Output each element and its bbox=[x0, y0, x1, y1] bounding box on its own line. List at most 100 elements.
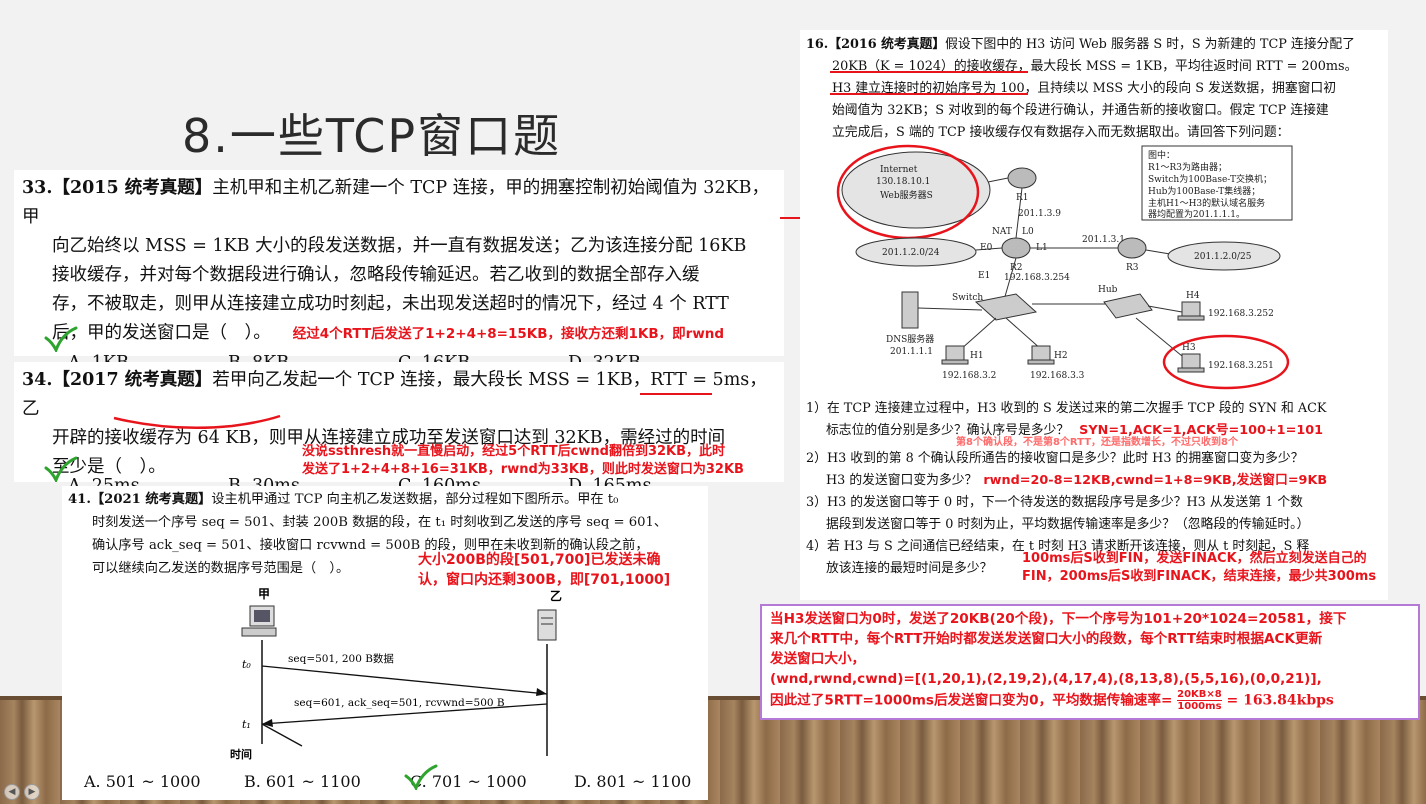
rate-result: = 163.84kbps bbox=[1226, 692, 1334, 709]
switch-icon bbox=[974, 293, 1038, 321]
internet-ip: 130.18.10.1 bbox=[876, 177, 930, 187]
question-line: 假设下图中的 H3 访问 Web 服务器 S 时，S 为新建的 TCP 连接分配… bbox=[945, 37, 1355, 52]
question-number: 34. bbox=[22, 370, 53, 390]
time-label: 时间 bbox=[230, 747, 252, 761]
e1-ip: 192.168.3.254 bbox=[1004, 273, 1070, 283]
red-underline bbox=[830, 71, 1028, 73]
red-underline bbox=[640, 393, 712, 395]
computer-icon bbox=[1027, 345, 1055, 365]
subquestion-4: 放该连接的最短时间是多少？ bbox=[826, 561, 993, 576]
router-icon bbox=[1001, 237, 1031, 259]
question-number: 16. bbox=[806, 37, 829, 52]
subquestion-3: 3）H3 的发送窗口等于 0 时，下一个待发送的数据段序号是多少？H3 从发送第… bbox=[806, 495, 1303, 510]
h4-ip: 192.168.3.252 bbox=[1208, 309, 1274, 319]
checkmark-icon bbox=[44, 456, 78, 482]
legend-line: Switch为100Base-T交换机； bbox=[1148, 173, 1272, 185]
question-line: 后，甲的发送窗口是（ ）。 bbox=[52, 323, 271, 343]
question-tag: 【2017 统考真题】 bbox=[52, 370, 213, 390]
h2-ip: 192.168.3.3 bbox=[1030, 371, 1085, 381]
question-line: 立完成后，S 端的 TCP 接收缓存仅有数据存入而无数据取出。请回答下列问题： bbox=[832, 125, 1290, 140]
h1-ip: 192.168.3.2 bbox=[942, 371, 996, 381]
server-icon bbox=[537, 609, 557, 641]
question-line: 设主机甲通过 TCP 向主机乙发送数据，部分过程如下图所示。甲在 t₀ bbox=[211, 492, 619, 507]
internet-label: Internet bbox=[880, 165, 918, 175]
question-line: 存，不被取走，则甲从连接建立成功时刻起，未出现发送超时的情况下，经过 4 个 R… bbox=[52, 294, 729, 314]
checkmark-icon bbox=[404, 764, 438, 790]
legend-line: 主机H1～H3的默认域名服务 bbox=[1148, 197, 1265, 209]
question-41-panel: 41.【2021 统考真题】设主机甲通过 TCP 向主机乙发送数据，部分过程如下… bbox=[62, 486, 708, 800]
slide-title: 8.一些TCP窗口题 bbox=[182, 109, 562, 163]
l0-label: L0 bbox=[1022, 227, 1034, 237]
dns-server-icon bbox=[901, 291, 919, 329]
r3-ip: 201.1.3.1 bbox=[1082, 235, 1125, 245]
analysis-line: (wnd,rwnd,cwnd)=[(1,20,1),(2,19,2),(4,17… bbox=[770, 671, 1322, 687]
red-underline bbox=[830, 93, 1028, 95]
question-line: 时刻发送一个序号 seq = 501、封装 200B 数据的段，在 t₁ 时刻收… bbox=[92, 515, 668, 530]
sequence-diagram: 甲 乙 t₀ t₁ seq=501, 200 B数据 seq=601, ack_… bbox=[230, 587, 562, 761]
network-topology-diagram: Internet 130.18.10.1 Web服务器S R1 201.1.3.… bbox=[836, 144, 1293, 390]
red-underline-curve bbox=[113, 414, 281, 430]
subquestion-3: 据段到发送窗口等于 0 时刻为止，平均数据传输速率是多少？（忽略段的传输延时。） bbox=[826, 517, 1310, 532]
switch-label: Switch bbox=[952, 293, 983, 303]
legend-line: R1～R3为路由器； bbox=[1148, 161, 1227, 173]
right-network-label: 201.1.2.0/25 bbox=[1194, 252, 1252, 262]
fraction-denominator: 1000ms bbox=[1177, 701, 1222, 712]
answer-note: 经过4个RTT后发送了1+2+4+8=15KB，接收方还剩1KB，即rwnd bbox=[292, 326, 725, 342]
next-slide-button[interactable]: ▶ bbox=[24, 784, 40, 800]
answer-1: SYN=1,ACK=1,ACK号=100+1=101 bbox=[1079, 423, 1324, 438]
fraction-numerator: 20KB×8 bbox=[1177, 689, 1222, 701]
options-row: A. 501 ~ 1000 B. 601 ~ 1100 C. 701 ~ 100… bbox=[84, 772, 704, 791]
answer-note: 大小200B的段[501,700]已发送未确 bbox=[418, 552, 661, 568]
option-a: A. 501 ~ 1000 bbox=[84, 772, 201, 791]
h2-label: H2 bbox=[1054, 351, 1068, 361]
subquestion-2: 2）H3 收到的第 8 个确认段所通告的接收窗口是多少？此时 H3 的拥塞窗口变… bbox=[806, 451, 1304, 466]
question-number: 33. bbox=[22, 178, 53, 198]
question-16-subquestions: 1）在 TCP 连接建立过程中，H3 收到的 S 发送过来的第二次握手 TCP … bbox=[806, 398, 1382, 586]
rate-fraction: 20KB×8 1000ms bbox=[1177, 689, 1222, 712]
answer-4: FIN，200ms后S收到FINACK，结束连接，最少共300ms bbox=[1022, 569, 1377, 584]
subquestion-1: 标志位的值分别是多少？确认序号是多少？ bbox=[826, 423, 1070, 438]
computer-icon bbox=[941, 345, 969, 365]
question-line: 20KB（K = 1024）的接收缓存，最大段长 MSS = 1KB，平均往返时… bbox=[832, 59, 1358, 74]
question-tag: 【2015 统考真题】 bbox=[52, 178, 213, 198]
nat-label: NAT bbox=[992, 227, 1012, 237]
r3-label: R3 bbox=[1126, 263, 1139, 273]
router-icon bbox=[1007, 167, 1037, 189]
host-b-label: 乙 bbox=[550, 589, 562, 603]
prev-slide-button[interactable]: ◀ bbox=[4, 784, 20, 800]
analysis-box: 当H3发送窗口为0时，发送了20KB(20个段)，下一个序号为101+20*10… bbox=[760, 604, 1420, 720]
question-tag: 【2021 统考真题】 bbox=[90, 492, 212, 507]
router-icon bbox=[1117, 237, 1147, 259]
host-a-label: 甲 bbox=[258, 587, 270, 601]
legend-line: Hub为100Base-T集线器； bbox=[1148, 185, 1260, 197]
h3-ip: 192.168.3.251 bbox=[1208, 361, 1274, 371]
analysis-line: 发送窗口大小， bbox=[770, 651, 866, 667]
t1-label: t₁ bbox=[242, 718, 251, 731]
hub-label: Hub bbox=[1098, 285, 1118, 295]
e0-label: E0 bbox=[980, 243, 993, 253]
answer-4: 100ms后S收到FIN，发送FINACK，然后立刻发送自己的 bbox=[1022, 551, 1367, 566]
computer-icon bbox=[1177, 301, 1205, 321]
arrow2-label: seq=601, ack_seq=501, rcvwnd=500 B bbox=[294, 697, 505, 709]
question-16-text: 16.【2016 统考真题】假设下图中的 H3 访问 Web 服务器 S 时，S… bbox=[806, 34, 1382, 144]
h4-label: H4 bbox=[1186, 291, 1200, 301]
legend-line: 图中： bbox=[1148, 149, 1175, 161]
question-tag: 【2016 统考真题】 bbox=[828, 37, 946, 52]
option-d: D. 801 ~ 1100 bbox=[574, 772, 692, 791]
analysis-line: 因此过了5RTT=1000ms后发送窗口变为0，平均数据传输速率= bbox=[770, 692, 1173, 709]
subquestion-2: H3 的发送窗口变为多少？ bbox=[826, 473, 978, 488]
dns-label: DNS服务器 bbox=[886, 333, 934, 345]
analysis-line: 当H3发送窗口为0时，发送了20KB(20个段)，下一个序号为101+20*10… bbox=[770, 611, 1347, 627]
computer-icon bbox=[241, 605, 277, 637]
checkmark-icon bbox=[44, 326, 78, 352]
question-line: 向乙始终以 MSS = 1KB 大小的段发送数据，并一直有数据发送；乙为该连接分… bbox=[52, 236, 747, 256]
hub-icon bbox=[1103, 293, 1153, 319]
r1-label: R1 bbox=[1016, 193, 1029, 203]
analysis-line: 来几个RTT中，每个RTT开始时都发送发送窗口大小的段数，每个RTT结束时根据A… bbox=[770, 631, 1323, 647]
arrow1-label: seq=501, 200 B数据 bbox=[288, 652, 394, 665]
computer-icon bbox=[1177, 353, 1205, 373]
h3-label: H3 bbox=[1182, 343, 1196, 353]
question-number: 41. bbox=[68, 492, 91, 507]
option-b: B. 601 ~ 1100 bbox=[244, 772, 361, 791]
question-line: 接收缓存，并对每个数据段进行确认，忽略段传输延迟。若乙收到的数据全部存入缓 bbox=[52, 265, 700, 285]
